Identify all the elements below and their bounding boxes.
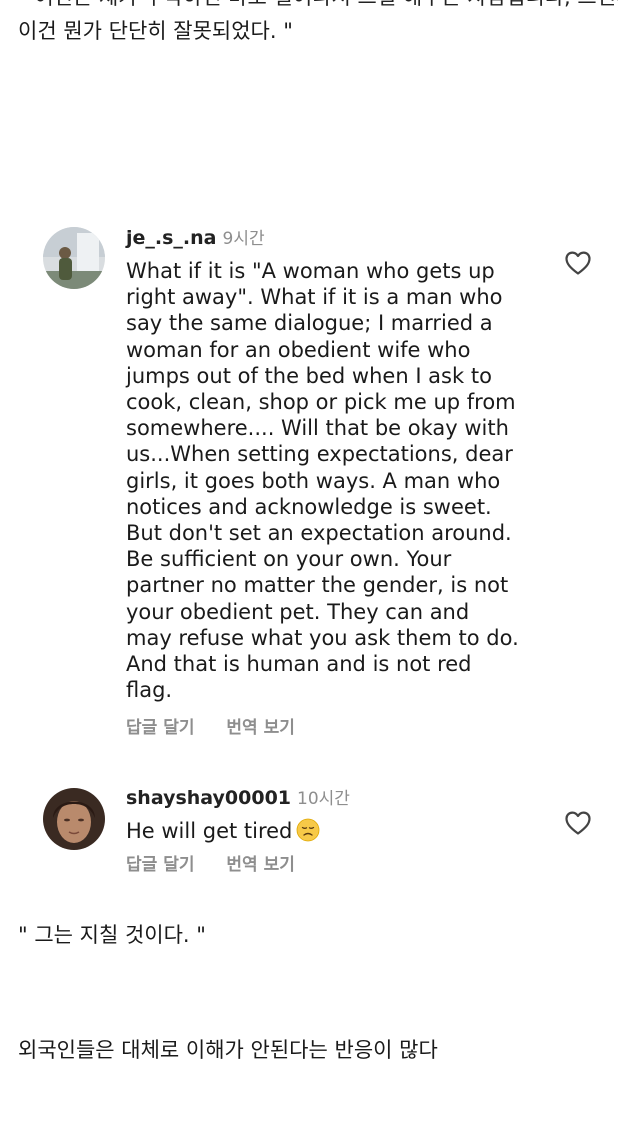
heart-outline-icon[interactable] — [564, 810, 592, 836]
heart-outline-icon[interactable] — [564, 250, 592, 276]
reply-button[interactable]: 답글 달기 — [126, 855, 194, 875]
avatar[interactable] — [43, 227, 105, 289]
comment-line: somewhere.... Will that be okay with — [126, 416, 509, 441]
username-text[interactable]: je_.s_.na — [126, 227, 217, 249]
comment-time: 9시간 — [222, 229, 265, 249]
comment-line: right away". What if it is a man who — [126, 285, 503, 310]
comment-screenshot: je_.s_.na 9시간 What if it is "A woman who … — [0, 190, 640, 890]
avatar[interactable] — [43, 788, 105, 850]
username-text[interactable]: shayshay00001 — [126, 787, 291, 809]
comment-username[interactable]: je_.s_.na 9시간 — [126, 226, 265, 251]
comment-line: And that is human and is not red — [126, 652, 472, 677]
comment-line: He will get tired — [126, 819, 293, 843]
comment-time: 10시간 — [297, 789, 350, 809]
comment-line: say the same dialogue; I married a — [126, 311, 493, 336]
translation-caption: " 그는 지칠 것이다. " — [18, 923, 206, 947]
comment-actions: 답글 달기 번역 보기 — [126, 854, 321, 876]
post-text-line: 이건 뭔가 단단히 잘못되었다. " — [18, 19, 293, 43]
comment-line: girls, it goes both ways. A man who — [126, 468, 501, 493]
conclusion-text: 외국인들은 대체로 이해가 안된다는 반응이 많다 — [18, 1038, 438, 1062]
comment-line: jumps out of the bed when I ask to — [126, 363, 492, 388]
comment-text: What if it is "A woman who gets up right… — [126, 258, 546, 703]
comment-line: notices and acknowledge is sweet. — [126, 494, 492, 519]
user-avatar-photo-icon — [43, 227, 105, 289]
comment-line: But don't set an expectation around. — [126, 521, 512, 546]
comment-line: woman for an obedient wife who — [126, 337, 471, 362]
post-text-cut-line: " 여친은 제가 부탁하면 바로 일어나서 그걸 해주는 사람입니다, 그런데 … — [18, 0, 618, 8]
comment-actions: 답글 달기 번역 보기 — [126, 717, 321, 739]
user-avatar-photo-icon — [43, 788, 105, 850]
reply-button[interactable]: 답글 달기 — [126, 718, 194, 738]
comment-line: Be sufficient on your own. Your — [126, 547, 452, 572]
comment-line: may refuse what you ask them to do. — [126, 625, 519, 650]
comment-line: flag. — [126, 678, 173, 703]
comment-line: partner no matter the gender, is not — [126, 573, 509, 598]
comment-line: What if it is "A woman who gets up — [126, 259, 495, 283]
translate-button[interactable]: 번역 보기 — [226, 718, 294, 738]
comment-line: us...When setting expectations, dear — [126, 442, 513, 467]
comment-username[interactable]: shayshay00001 10시간 — [126, 786, 350, 811]
comment-text: He will get tired — [126, 818, 546, 844]
comment-line: cook, clean, shop or pick me up from — [126, 390, 516, 415]
disappointed-face-emoji-icon — [296, 818, 320, 842]
translate-button[interactable]: 번역 보기 — [226, 855, 294, 875]
comment-line: your obedient pet. They can and — [126, 599, 470, 624]
